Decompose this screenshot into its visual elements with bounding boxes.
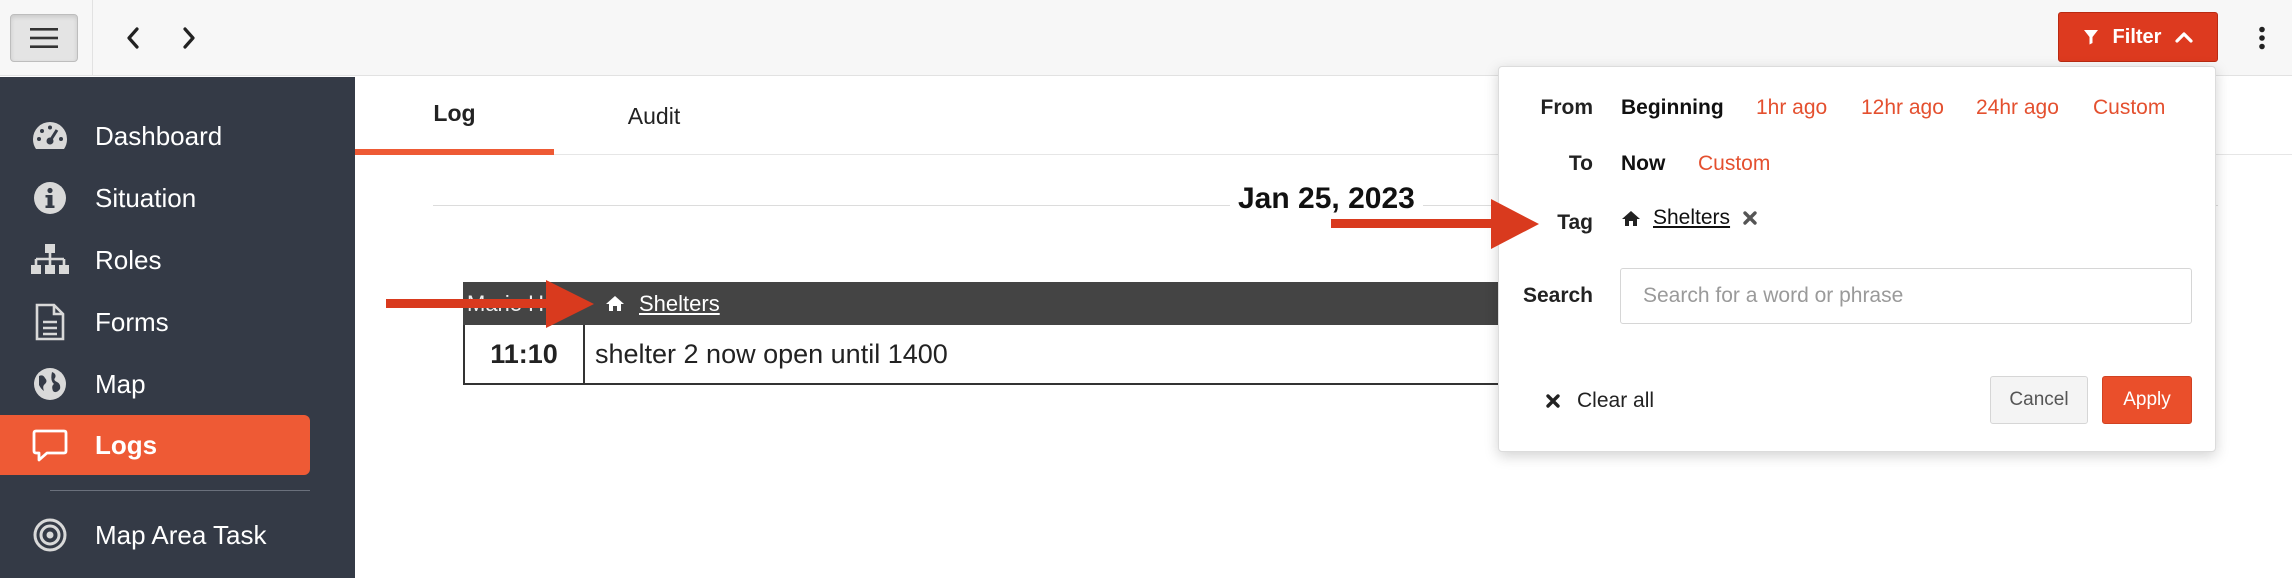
topbar-divider (92, 0, 93, 76)
log-entry-tag-link[interactable]: Shelters (639, 291, 720, 317)
more-options-button[interactable] (2250, 20, 2274, 56)
log-entry-message: shelter 2 now open until 1400 (595, 338, 948, 369)
cancel-button[interactable]: Cancel (1990, 376, 2088, 424)
table-row: 11:10 shelter 2 now open until 1400 (463, 325, 1503, 385)
to-label: To (1568, 152, 1593, 175)
tag-chip-link[interactable]: Shelters (1653, 206, 1730, 230)
close-x-icon (1546, 394, 1560, 408)
search-input[interactable] (1620, 268, 2192, 324)
globe-icon (0, 367, 95, 401)
document-icon (0, 303, 95, 341)
sidebar-item-label: Roles (95, 244, 162, 275)
chevron-up-icon (2175, 32, 2194, 43)
from-option-12hr-ago[interactable]: 12hr ago (1861, 96, 1944, 120)
sidebar-item-label: Logs (95, 429, 158, 460)
sidebar-divider (50, 490, 310, 491)
org-chart-icon (0, 243, 95, 277)
clear-all-button[interactable]: Clear all (1545, 389, 1654, 413)
home-icon (1622, 210, 1640, 226)
to-option-custom[interactable]: Custom (1698, 152, 1770, 176)
to-option-now[interactable]: Now (1621, 152, 1665, 176)
chat-bubble-icon (0, 428, 95, 462)
from-option-beginning[interactable]: Beginning (1621, 96, 1724, 120)
annotation-arrow-icon (1331, 199, 1539, 249)
filter-panel: From Beginning 1hr ago 12hr ago 24hr ago… (1498, 66, 2216, 452)
chevron-right-icon (183, 27, 195, 49)
hamburger-icon (30, 28, 58, 48)
forward-button[interactable] (171, 20, 207, 56)
filter-button-label: Filter (2112, 25, 2162, 48)
kebab-vertical-icon (2259, 26, 2265, 50)
funnel-icon (2083, 30, 2098, 45)
sidebar-item-dashboard[interactable]: Dashboard (0, 106, 310, 166)
tab-audit[interactable]: Audit (554, 77, 754, 155)
search-label: Search (1522, 284, 1593, 307)
annotation-arrow-icon (386, 280, 594, 328)
chevron-left-icon (127, 27, 139, 49)
sidebar-item-situation[interactable]: Situation (0, 168, 310, 228)
log-entry: Marie H Shelters 11:10 shelter 2 now ope… (463, 282, 1503, 385)
from-label: From (1540, 96, 1594, 119)
sidebar-item-label: Map (95, 368, 146, 399)
sidebar-item-label: Forms (95, 306, 169, 337)
log-entry-time: 11:10 (465, 325, 585, 383)
log-entry-tag: Shelters (605, 291, 720, 317)
apply-button[interactable]: Apply (2102, 376, 2192, 424)
sidebar-item-map[interactable]: Map (0, 354, 310, 414)
tag-chip: Shelters (1621, 206, 1758, 230)
sidebar-item-roles[interactable]: Roles (0, 230, 310, 290)
sidebar-item-map-area-task[interactable]: Map Area Task (0, 505, 310, 565)
tab-label: Audit (627, 102, 681, 129)
from-option-1hr-ago[interactable]: 1hr ago (1756, 96, 1827, 120)
from-option-24hr-ago[interactable]: 24hr ago (1976, 96, 2059, 120)
hamburger-menu-button[interactable] (10, 14, 78, 62)
sidebar-item-label: Dashboard (95, 120, 223, 151)
sidebar-item-label: Map Area Task (95, 519, 267, 550)
sidebar: Dashboard Situation Roles Forms Map Logs… (0, 77, 355, 578)
close-x-icon[interactable] (1742, 210, 1758, 226)
sidebar-item-forms[interactable]: Forms (0, 292, 310, 352)
target-icon (0, 518, 95, 552)
log-entry-header: Marie H Shelters (463, 282, 1503, 325)
sidebar-item-logs[interactable]: Logs (0, 415, 310, 475)
sidebar-item-label: Situation (95, 182, 197, 213)
info-circle-icon (0, 181, 95, 215)
dashboard-gauge-icon (0, 120, 95, 152)
clear-all-label: Clear all (1577, 389, 1655, 412)
back-button[interactable] (115, 20, 151, 56)
tab-label: Log (433, 99, 476, 126)
home-icon (606, 296, 624, 311)
from-option-custom[interactable]: Custom (2093, 96, 2165, 120)
top-bar: Filter (0, 0, 2292, 76)
tab-log[interactable]: Log (355, 77, 554, 155)
filter-button[interactable]: Filter (2058, 12, 2218, 62)
tag-label: Tag (1557, 211, 1593, 234)
